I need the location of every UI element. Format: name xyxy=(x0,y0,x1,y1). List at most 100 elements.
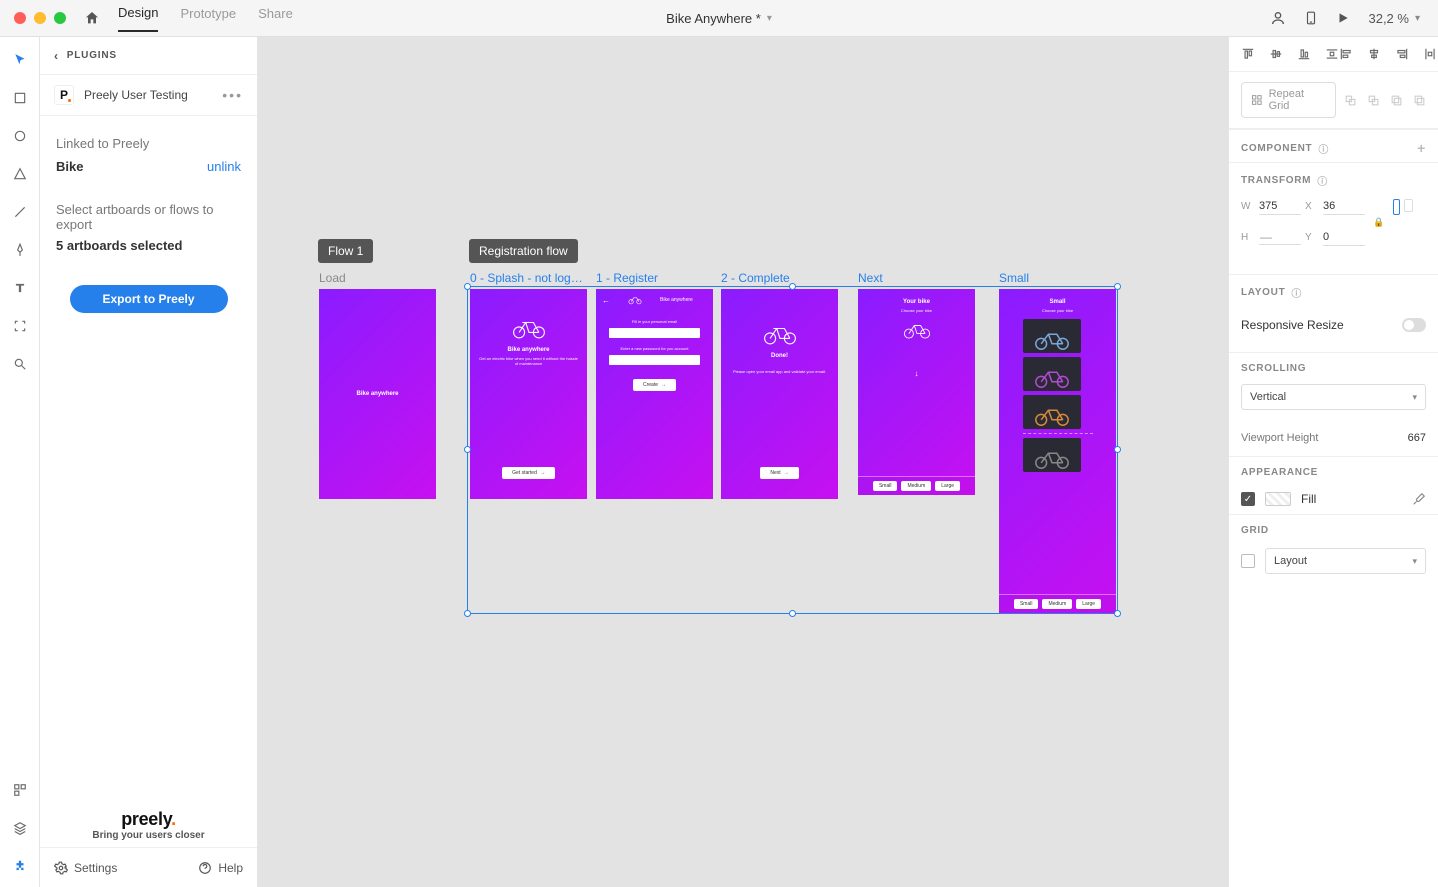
linked-project-name: Bike xyxy=(56,159,83,174)
distribute-h-icon[interactable] xyxy=(1423,47,1437,61)
artboard-button: Get started→ xyxy=(502,467,555,479)
scrolling-select[interactable]: Vertical ▾ xyxy=(1241,384,1426,410)
fill-swatch[interactable] xyxy=(1265,492,1291,506)
eyedropper-icon[interactable] xyxy=(1412,492,1426,506)
artboard-label-next[interactable]: Next xyxy=(858,271,968,285)
bike-icon xyxy=(628,295,642,305)
artboard-splash[interactable]: Bike anywhere Get an electric bike when … xyxy=(470,289,587,499)
scrolling-value: Vertical xyxy=(1250,391,1286,403)
lock-icon[interactable]: 🔒 xyxy=(1369,217,1389,228)
account-icon[interactable] xyxy=(1270,10,1286,26)
window-zoom[interactable] xyxy=(54,12,66,24)
assets-icon[interactable] xyxy=(11,781,29,799)
viewport-height-value[interactable]: 667 xyxy=(1408,432,1426,444)
unlink-link[interactable]: unlink xyxy=(207,159,241,174)
align-left-icon[interactable] xyxy=(1339,47,1353,61)
height-input[interactable]: — xyxy=(1259,230,1301,245)
tab-share[interactable]: Share xyxy=(258,6,293,31)
polygon-tool-icon[interactable] xyxy=(11,165,29,183)
grid-checkbox[interactable] xyxy=(1241,554,1255,568)
panel-title: PLUGINS xyxy=(67,50,117,61)
plugins-icon[interactable] xyxy=(11,857,29,875)
artboard-label-register[interactable]: 1 - Register xyxy=(596,271,706,285)
artboard-text: Choose your bike xyxy=(1042,308,1073,313)
responsive-label: Responsive Resize xyxy=(1241,318,1344,332)
portrait-button[interactable] xyxy=(1393,199,1400,215)
distribute-v-icon[interactable] xyxy=(1325,47,1339,61)
rectangle-tool-icon[interactable] xyxy=(11,89,29,107)
width-input[interactable] xyxy=(1259,198,1301,215)
window-minimize[interactable] xyxy=(34,12,46,24)
text-tool-icon[interactable] xyxy=(11,279,29,297)
artboard-button: Small xyxy=(873,481,898,491)
pen-tool-icon[interactable] xyxy=(11,241,29,259)
flow-badge-1[interactable]: Flow 1 xyxy=(318,239,373,263)
tab-design[interactable]: Design xyxy=(118,5,158,32)
artboard-label-small[interactable]: Small xyxy=(999,271,1109,285)
artboard-small[interactable]: Small Choose your bike Small Medium Larg… xyxy=(999,289,1116,613)
chevron-down-icon: ▾ xyxy=(1412,392,1417,403)
plugin-name: Preely User Testing xyxy=(84,88,222,102)
artboard-button: Medium xyxy=(1042,599,1072,609)
info-icon[interactable]: ⓘ xyxy=(1291,285,1302,300)
mobile-preview-icon[interactable] xyxy=(1304,10,1318,26)
zoom-control[interactable]: 32,2 % ▾ xyxy=(1368,11,1420,26)
repeat-grid-button[interactable]: Repeat Grid xyxy=(1241,82,1336,118)
window-close[interactable] xyxy=(14,12,26,24)
align-vmiddle-icon[interactable] xyxy=(1269,47,1283,61)
bike-photo xyxy=(1023,395,1081,429)
intersect-op-icon[interactable] xyxy=(1390,94,1403,107)
exclude-op-icon[interactable] xyxy=(1413,94,1426,107)
help-button[interactable]: Help xyxy=(198,861,243,875)
home-icon[interactable] xyxy=(84,10,100,26)
flow-badge-2[interactable]: Registration flow xyxy=(469,239,578,263)
appearance-section-head: APPEARANCE xyxy=(1229,456,1438,484)
zoom-tool-icon[interactable] xyxy=(11,355,29,373)
align-right-icon[interactable] xyxy=(1395,47,1409,61)
settings-button[interactable]: Settings xyxy=(54,861,117,875)
info-icon[interactable]: ⓘ xyxy=(1318,141,1329,156)
select-tool-icon[interactable] xyxy=(11,51,29,69)
add-op-icon[interactable] xyxy=(1344,94,1357,107)
x-input[interactable] xyxy=(1323,198,1365,215)
subtract-op-icon[interactable] xyxy=(1367,94,1380,107)
artboard-button: Large xyxy=(1076,599,1101,609)
artboard-button: Medium xyxy=(901,481,931,491)
fill-checkbox[interactable]: ✓ xyxy=(1241,492,1255,506)
artboard-load[interactable]: Bike anywhere xyxy=(319,289,436,499)
canvas[interactable]: Flow 1 Registration flow Load 0 - Splash… xyxy=(258,37,1228,887)
layers-icon[interactable] xyxy=(11,819,29,837)
document-title[interactable]: Bike Anywhere * ▾ xyxy=(666,11,772,26)
play-icon[interactable] xyxy=(1336,11,1350,25)
more-icon[interactable]: ••• xyxy=(222,87,243,103)
info-icon[interactable]: ⓘ xyxy=(1317,173,1328,188)
transform-section-head: TRANSFORMⓘ xyxy=(1229,162,1438,194)
artboard-register[interactable]: ← Bike anywhere Fill in your personal em… xyxy=(596,289,713,499)
artboard-text: Fill in your personal email xyxy=(632,319,677,324)
tab-prototype[interactable]: Prototype xyxy=(180,6,236,31)
artboard-input xyxy=(609,355,700,365)
artboard-complete[interactable]: Done! Please open your email app and val… xyxy=(721,289,838,499)
artboard-label-load[interactable]: Load xyxy=(319,271,429,285)
export-button[interactable]: Export to Preely xyxy=(70,285,228,313)
panel-header[interactable]: ‹ PLUGINS xyxy=(40,37,257,75)
add-component-icon[interactable]: + xyxy=(1417,140,1426,156)
landscape-button[interactable] xyxy=(1404,199,1413,212)
artboard-label-splash[interactable]: 0 - Splash - not logg... xyxy=(470,271,586,285)
artboard-button: Next→ xyxy=(760,467,798,479)
artboard-tool-icon[interactable] xyxy=(11,317,29,335)
align-top-icon[interactable] xyxy=(1241,47,1255,61)
artboard-next[interactable]: Your bike Choose your bike ↓ Small Mediu… xyxy=(858,289,975,495)
preely-logo: preely. xyxy=(40,809,257,830)
align-bottom-icon[interactable] xyxy=(1297,47,1311,61)
align-hcenter-icon[interactable] xyxy=(1367,47,1381,61)
responsive-toggle[interactable] xyxy=(1402,318,1426,332)
ellipse-tool-icon[interactable] xyxy=(11,127,29,145)
back-icon[interactable]: ‹ xyxy=(54,49,59,63)
grid-select[interactable]: Layout ▾ xyxy=(1265,548,1426,574)
artboard-label-complete[interactable]: 2 - Complete xyxy=(721,271,831,285)
settings-label: Settings xyxy=(74,861,117,875)
line-tool-icon[interactable] xyxy=(11,203,29,221)
y-input[interactable] xyxy=(1323,229,1365,246)
artboard-button: Large xyxy=(935,481,960,491)
